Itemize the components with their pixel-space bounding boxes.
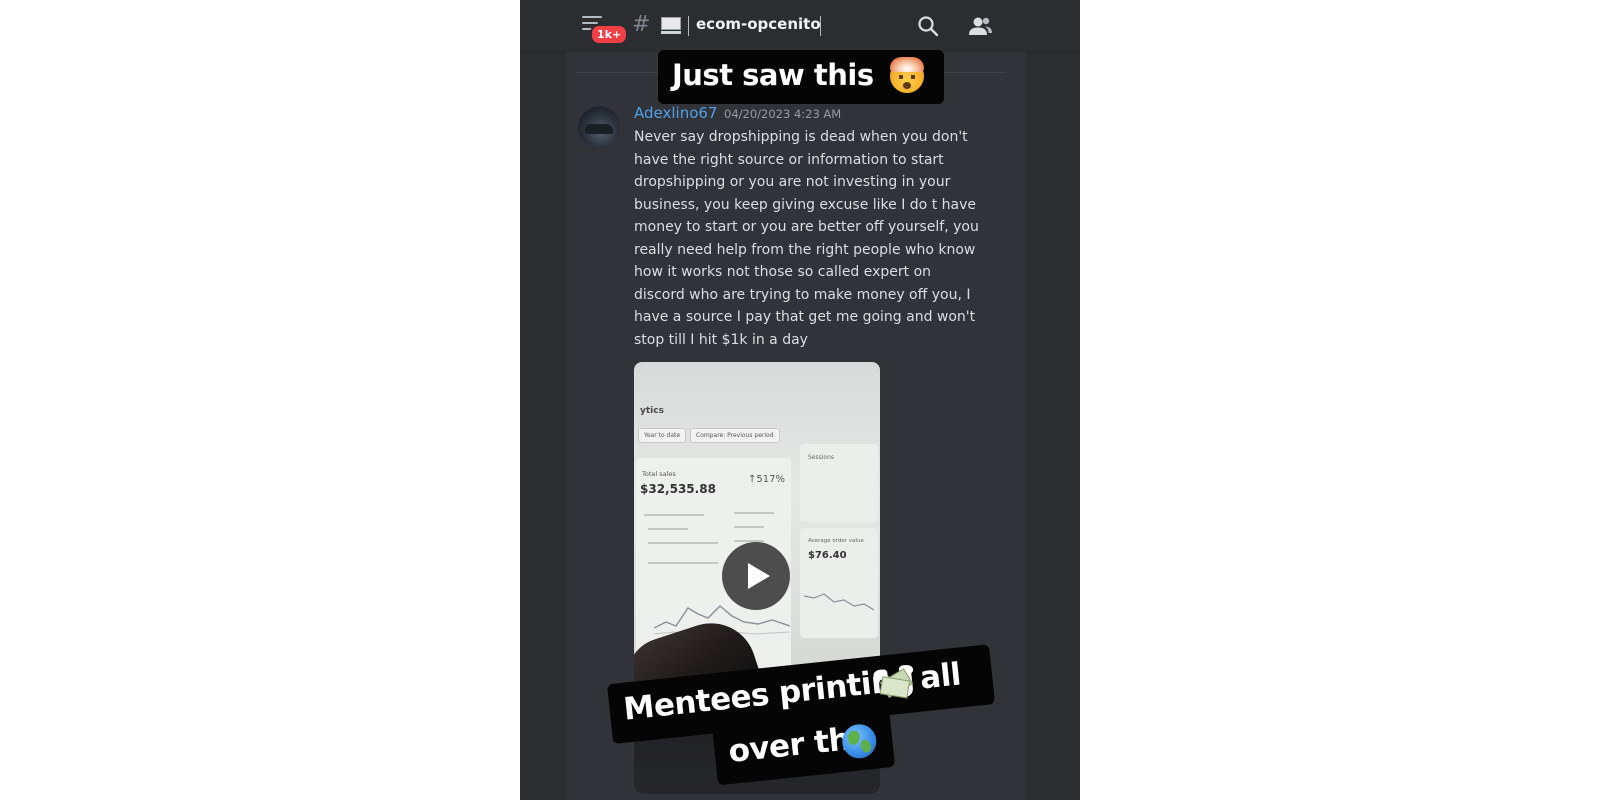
channel-name[interactable]: ecom-opcenito [696,15,821,33]
video-text-line [648,528,688,530]
top-caption-sticker: Just saw this [658,50,944,104]
video-aov-value: $76.40 [808,550,847,561]
video-aov-label: Average order value [808,538,864,544]
divider [820,16,821,36]
video-page-title: ytics [640,406,664,416]
video-percent: ↑517% [748,474,785,485]
channel-hash-icon: # [632,12,651,37]
money-with-wings-icon [872,663,915,705]
divider [688,16,689,36]
message-username[interactable]: Adexlino67 [634,104,717,122]
exploding-head-icon [890,57,924,93]
video-text-line [734,526,764,528]
message-timestamp: 04/20/2023 4:23 AM [724,107,842,121]
avatar[interactable] [578,106,620,148]
search-icon[interactable] [916,14,940,38]
laptop-icon [661,17,681,35]
members-icon[interactable] [967,14,993,38]
video-compare-chip: Compare: Previous period [690,428,780,443]
channel-header: 1k+ # ecom-opcenito [520,0,1080,53]
play-icon[interactable] [722,542,790,610]
video-text-line [644,514,704,516]
top-caption-text: Just saw this [672,58,874,92]
video-total-label: Total sales [642,470,676,478]
video-sessions-label: Sessions [808,454,835,461]
video-total-value: $32,535.88 [640,482,716,496]
video-text-line [648,562,718,564]
video-text-line [734,512,774,514]
message-text: Never say dropshipping is dead when you … [634,129,979,348]
video-aov-chart [804,593,874,611]
caption-line-1-end: all [918,656,963,697]
notification-badge: 1k+ [590,24,629,45]
video-text-line [648,542,718,544]
video-date-chip: Year to date [638,428,687,443]
